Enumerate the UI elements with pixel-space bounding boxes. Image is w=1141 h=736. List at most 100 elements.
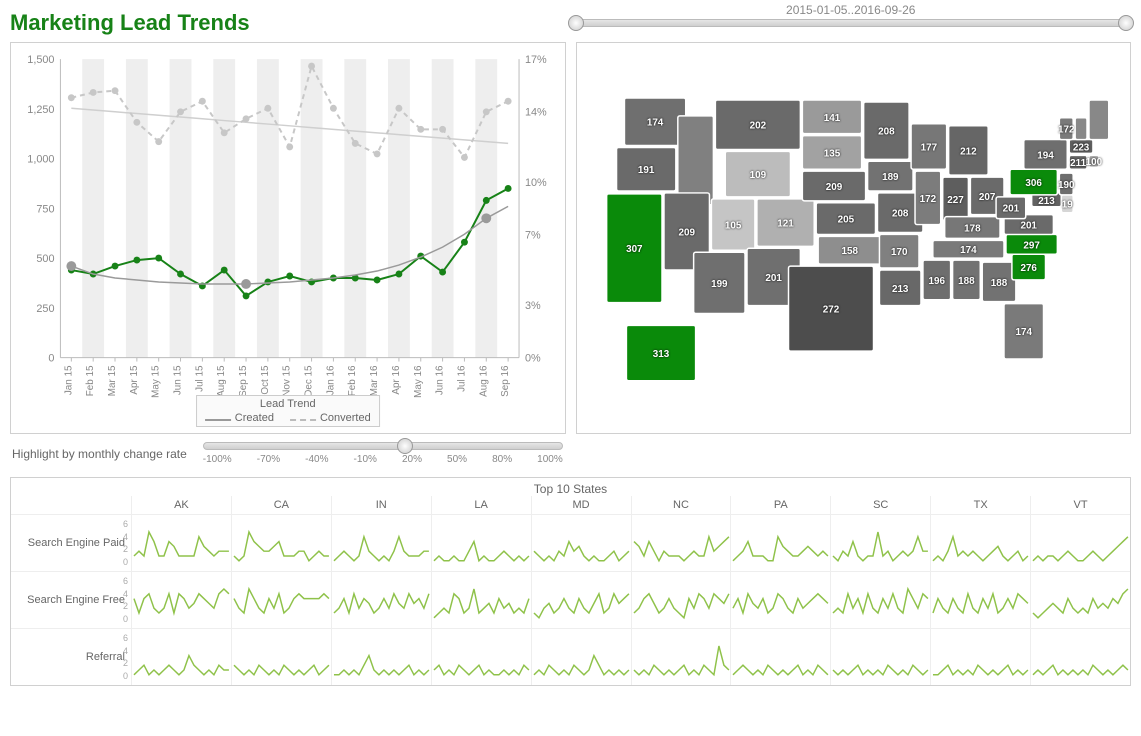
map-state-OR[interactable]: 191 xyxy=(616,147,675,190)
spark-cell[interactable] xyxy=(231,572,331,628)
spark-cell[interactable] xyxy=(930,629,1030,685)
spark-row-referral: Referral xyxy=(11,651,131,663)
map-state-TX[interactable]: 272 xyxy=(788,266,873,351)
map-state-ME[interactable] xyxy=(1088,100,1108,140)
svg-text:250: 250 xyxy=(36,303,54,315)
map-state-CT[interactable]: 211 xyxy=(1069,155,1087,169)
highlight-tick: 80% xyxy=(492,454,512,465)
map-state-NY[interactable]: 194 xyxy=(1023,139,1066,169)
map-state-KS[interactable]: 205 xyxy=(816,202,875,234)
svg-text:Mar 15: Mar 15 xyxy=(107,365,118,396)
range-knob-start[interactable] xyxy=(568,15,584,31)
spark-cell[interactable] xyxy=(1030,629,1130,685)
svg-text:Aug 16: Aug 16 xyxy=(478,365,489,397)
spark-col-VT: VT xyxy=(1030,496,1130,514)
spark-cell[interactable] xyxy=(231,629,331,685)
spark-cell[interactable] xyxy=(631,515,731,571)
map-state-ID[interactable] xyxy=(677,115,713,204)
date-range-slider[interactable]: 2015-01-05..2016-09-26 xyxy=(571,19,1132,27)
svg-text:Jan 16: Jan 16 xyxy=(325,365,336,395)
spark-cell[interactable] xyxy=(1030,572,1130,628)
map-state-MS[interactable]: 196 xyxy=(922,260,950,300)
spark-cell[interactable] xyxy=(830,629,930,685)
us-map[interactable]: 1741913072092021091051991212011411352092… xyxy=(576,42,1132,434)
svg-text:1,250: 1,250 xyxy=(27,104,54,116)
map-state-MN[interactable]: 208 xyxy=(863,102,908,159)
svg-text:Jun 16: Jun 16 xyxy=(435,365,446,395)
spark-cell[interactable] xyxy=(830,572,930,628)
map-state-LA[interactable]: 213 xyxy=(879,270,921,306)
date-range-label: 2015-01-05..2016-09-26 xyxy=(571,3,1132,17)
map-state-MT[interactable]: 202 xyxy=(715,100,800,149)
map-state-IN[interactable]: 227 xyxy=(942,177,968,220)
map-state-MI[interactable]: 212 xyxy=(948,125,988,174)
map-state-ND[interactable]: 141 xyxy=(802,100,861,134)
spark-cell[interactable] xyxy=(431,572,531,628)
map-state-VT[interactable]: 172 xyxy=(1058,117,1075,139)
svg-text:May 15: May 15 xyxy=(151,365,162,398)
spark-cell[interactable] xyxy=(730,629,830,685)
map-state-MA[interactable]: 223 xyxy=(1069,139,1093,153)
map-state-UT[interactable]: 105 xyxy=(711,198,754,249)
map-state-KY[interactable]: 178 xyxy=(944,216,999,238)
map-state-OK[interactable]: 158 xyxy=(818,236,881,264)
spark-y-ticks: 6420 xyxy=(123,519,128,567)
map-state-DE[interactable]: 19 xyxy=(1061,195,1073,213)
map-state-GA[interactable]: 188 xyxy=(982,262,1016,302)
spark-col-PA: PA xyxy=(730,496,830,514)
spark-cell[interactable] xyxy=(431,629,531,685)
spark-cell[interactable] xyxy=(631,572,731,628)
spark-cell[interactable] xyxy=(730,515,830,571)
svg-text:Apr 15: Apr 15 xyxy=(129,365,140,395)
map-state-WY[interactable]: 109 xyxy=(725,151,790,196)
highlight-knob[interactable] xyxy=(397,438,413,454)
map-state-FL[interactable]: 174 xyxy=(1003,303,1043,358)
spark-cell[interactable] xyxy=(930,515,1030,571)
svg-text:Mar 16: Mar 16 xyxy=(369,365,380,396)
map-state-NE[interactable]: 209 xyxy=(802,171,865,201)
map-state-WV[interactable]: 201 xyxy=(996,196,1026,218)
map-state-IA[interactable]: 189 xyxy=(867,161,912,191)
map-state-CO[interactable]: 121 xyxy=(756,198,813,245)
spark-cell[interactable] xyxy=(331,515,431,571)
map-state-IL[interactable]: 172 xyxy=(915,171,941,224)
svg-text:Jul 15: Jul 15 xyxy=(194,365,205,392)
spark-cell[interactable] xyxy=(331,629,431,685)
spark-cell[interactable] xyxy=(131,629,231,685)
map-state-AK[interactable]: 313 xyxy=(626,325,695,380)
map-state-NH[interactable] xyxy=(1075,117,1087,139)
svg-text:Jun 15: Jun 15 xyxy=(173,365,184,395)
map-state-WI[interactable]: 177 xyxy=(911,123,947,168)
map-state-AL[interactable]: 188 xyxy=(952,260,980,300)
highlight-tick: -40% xyxy=(305,454,328,465)
svg-text:Apr 16: Apr 16 xyxy=(391,365,402,395)
spark-cell[interactable] xyxy=(131,515,231,571)
spark-cell[interactable] xyxy=(730,572,830,628)
map-state-SC[interactable]: 276 xyxy=(1011,254,1045,280)
map-state-AR[interactable]: 170 xyxy=(879,234,919,268)
map-state-CA[interactable]: 307 xyxy=(606,194,661,303)
svg-text:3%: 3% xyxy=(525,300,541,312)
map-state-NC[interactable]: 297 xyxy=(1005,234,1056,254)
map-state-AZ[interactable]: 199 xyxy=(693,252,744,313)
map-state-WA[interactable]: 174 xyxy=(624,98,685,145)
spark-cell[interactable] xyxy=(1030,515,1130,571)
spark-cell[interactable] xyxy=(531,572,631,628)
spark-cell[interactable] xyxy=(531,515,631,571)
map-state-SD[interactable]: 135 xyxy=(802,135,861,169)
spark-cell[interactable] xyxy=(631,629,731,685)
lead-trend-chart[interactable]: 02505007501,0001,2501,5000%3%7%10%14%17%… xyxy=(10,42,566,434)
map-state-TN[interactable]: 174 xyxy=(932,240,1003,258)
highlight-slider[interactable]: -100%-70%-40%-10%20%50%80%100% xyxy=(203,442,563,465)
spark-cell[interactable] xyxy=(531,629,631,685)
spark-cell[interactable] xyxy=(830,515,930,571)
map-state-RI[interactable]: 100 xyxy=(1085,155,1102,168)
map-state-NJ[interactable]: 190 xyxy=(1058,173,1075,195)
spark-cell[interactable] xyxy=(131,572,231,628)
spark-cell[interactable] xyxy=(331,572,431,628)
spark-cell[interactable] xyxy=(930,572,1030,628)
spark-cell[interactable] xyxy=(431,515,531,571)
spark-cell[interactable] xyxy=(231,515,331,571)
range-knob-end[interactable] xyxy=(1118,15,1134,31)
map-state-PA[interactable]: 306 xyxy=(1009,169,1056,195)
